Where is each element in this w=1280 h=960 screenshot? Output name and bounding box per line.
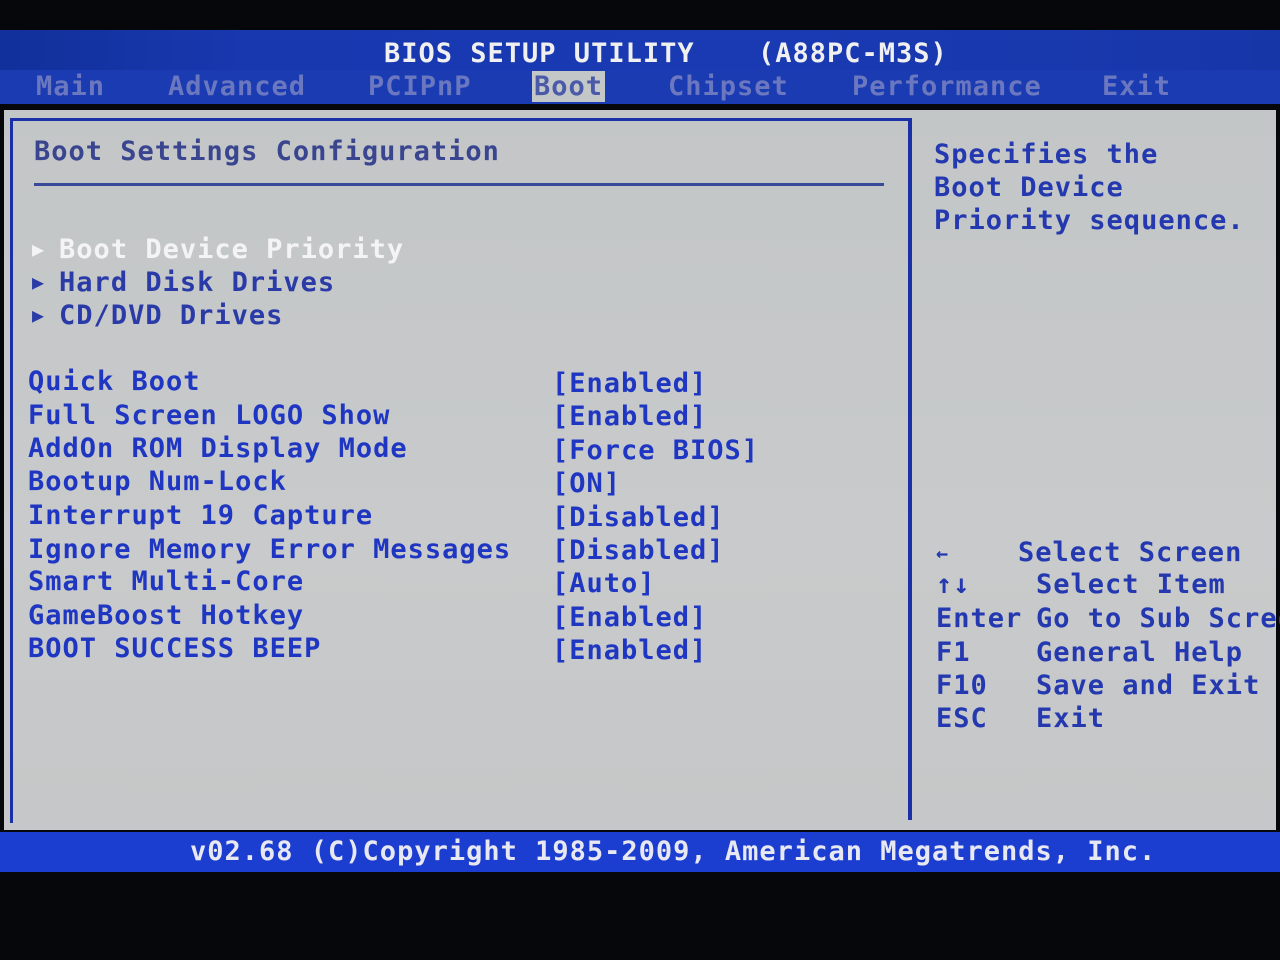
key-desc-sub-screen: Go to Sub Scree (1036, 603, 1280, 634)
tab-performance[interactable]: Performance (850, 71, 1044, 102)
left-arrow-icon: ← (936, 541, 950, 565)
setting-label-num-lock[interactable]: Bootup Num-Lock (28, 466, 287, 497)
submenu-arrow-icon: ▶ (32, 237, 46, 261)
section-title: Boot Settings Configuration (34, 136, 500, 167)
setting-label-smart-multi-core[interactable]: Smart Multi-Core (28, 566, 304, 597)
setting-label-boot-success-beep[interactable]: BOOT SUCCESS BEEP (28, 633, 321, 664)
copyright-text: v02.68 (C)Copyright 1985-2009, American … (190, 836, 1157, 867)
setting-label-full-screen-logo[interactable]: Full Screen LOGO Show (28, 400, 390, 431)
submenu-arrow-icon: ▶ (32, 303, 46, 327)
setting-value-num-lock[interactable]: [ON] (552, 468, 621, 499)
section-rule (34, 183, 884, 186)
submenu-arrow-icon: ▶ (32, 270, 46, 294)
setting-value-gameboost-hotkey[interactable]: [Enabled] (552, 602, 707, 633)
tab-advanced[interactable]: Advanced (166, 71, 308, 102)
setting-label-interrupt-19[interactable]: Interrupt 19 Capture (28, 500, 373, 531)
submenu-cd-dvd-drives[interactable]: ▶ CD/DVD Drives (32, 300, 283, 331)
key-desc-save-exit: Save and Exit (1036, 670, 1261, 701)
key-desc-select-screen: Select Screen (1018, 537, 1243, 568)
board-model: (A88PC-M3S) (758, 38, 948, 69)
up-down-arrow-icon: ↑↓ (936, 569, 971, 600)
bios-title: BIOS SETUP UTILITY (384, 38, 695, 69)
panel-divider (908, 118, 912, 820)
setting-label-addon-rom[interactable]: AddOn ROM Display Mode (28, 433, 408, 464)
key-enter: Enter (936, 603, 1023, 634)
submenu-label: Hard Disk Drives (59, 267, 336, 298)
setting-label-quick-boot[interactable]: Quick Boot (28, 366, 201, 397)
setting-value-smart-multi-core[interactable]: [Auto] (552, 568, 656, 599)
help-text-line: Specifies the (934, 139, 1159, 170)
key-f1: F1 (936, 637, 971, 668)
key-esc: ESC (936, 703, 988, 734)
tab-chipset[interactable]: Chipset (666, 71, 791, 102)
key-desc-general-help: General Help (1036, 637, 1244, 668)
help-text-line: Boot Device (934, 172, 1124, 203)
tab-boot[interactable]: Boot (532, 71, 606, 102)
key-desc-exit: Exit (1036, 703, 1106, 734)
tab-exit[interactable]: Exit (1100, 71, 1173, 102)
setting-value-full-screen-logo[interactable]: [Enabled] (552, 401, 707, 432)
submenu-hard-disk-drives[interactable]: ▶ Hard Disk Drives (32, 267, 335, 298)
setting-label-gameboost-hotkey[interactable]: GameBoost Hotkey (28, 600, 304, 631)
key-desc-select-item: Select Item (1036, 569, 1226, 600)
bios-screen: BIOS SETUP UTILITY (A88PC-M3S) Main Adva… (0, 0, 1280, 960)
tab-main[interactable]: Main (34, 71, 107, 102)
setting-value-interrupt-19[interactable]: [Disabled] (552, 502, 725, 533)
key-f10: F10 (936, 670, 988, 701)
setting-value-addon-rom[interactable]: [Force BIOS] (552, 435, 759, 466)
submenu-label: CD/DVD Drives (59, 300, 284, 331)
submenu-boot-device-priority[interactable]: ▶ Boot Device Priority (32, 234, 404, 265)
setting-value-ignore-memory-errors[interactable]: [Disabled] (552, 535, 725, 566)
submenu-label: Boot Device Priority (59, 234, 405, 265)
tab-pcipnp[interactable]: PCIPnP (366, 71, 474, 102)
help-text-line: Priority sequence. (934, 205, 1245, 236)
setting-value-boot-success-beep[interactable]: [Enabled] (552, 635, 707, 666)
setting-label-ignore-memory-errors[interactable]: Ignore Memory Error Messages (28, 534, 511, 565)
setting-value-quick-boot[interactable]: [Enabled] (552, 368, 707, 399)
